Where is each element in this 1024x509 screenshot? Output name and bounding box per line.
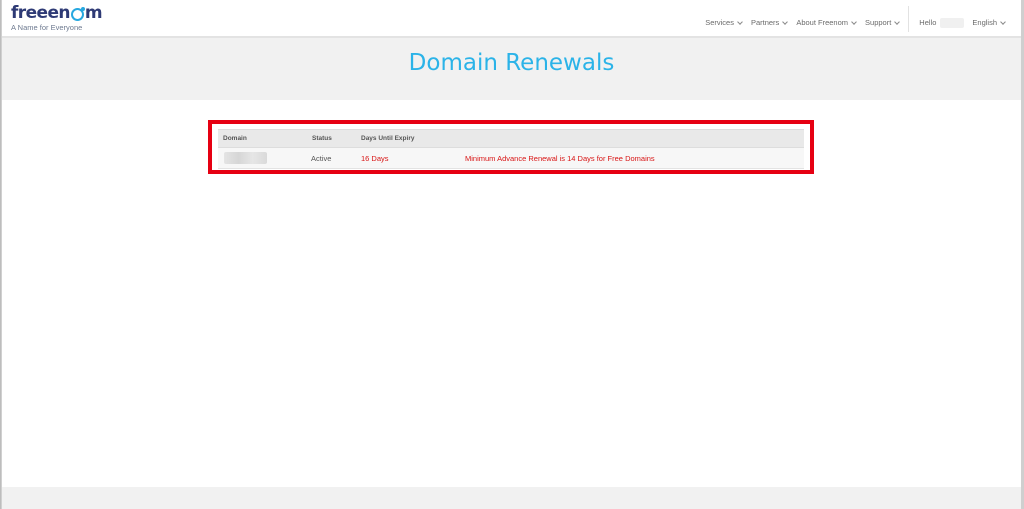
chevron-down-icon bbox=[894, 18, 901, 25]
freenom-logo[interactable]: free e n m A Name for Everyone bbox=[11, 3, 103, 32]
header-status: Status bbox=[312, 135, 332, 142]
top-navigation-bar: free e n m A Name for Everyone Services … bbox=[2, 0, 1021, 38]
logo-letter-e: e bbox=[47, 3, 59, 23]
redacted-username bbox=[940, 17, 965, 28]
header-domain: Domain bbox=[223, 135, 247, 142]
nav-services[interactable]: Services bbox=[705, 18, 743, 27]
nav-partners[interactable]: Partners bbox=[750, 18, 789, 27]
nav-services-label: Services bbox=[705, 18, 734, 27]
redacted-domain-name bbox=[224, 152, 267, 164]
nav-about[interactable]: About Freenom bbox=[796, 18, 857, 27]
nav-divider bbox=[908, 6, 910, 32]
user-menu[interactable]: Hello bbox=[919, 17, 965, 28]
nav-about-label: About Freenom bbox=[796, 18, 849, 27]
renewals-table: Domain Status Days Until Expiry Active 1… bbox=[218, 129, 804, 169]
language-label: English bbox=[972, 18, 997, 27]
language-selector[interactable]: English bbox=[972, 18, 1006, 27]
table-row: Active 16 Days Minimum Advance Renewal i… bbox=[218, 148, 804, 169]
chevron-down-icon bbox=[851, 18, 857, 25]
row-status: Active bbox=[311, 154, 332, 163]
chevron-down-icon bbox=[737, 18, 743, 25]
nav-support[interactable]: Support bbox=[865, 18, 901, 27]
highlight-box: Domain Status Days Until Expiry Active 1… bbox=[208, 120, 814, 174]
row-days-until-expiry: 16 Days bbox=[361, 154, 389, 163]
nav-support-label: Support bbox=[865, 18, 892, 27]
main-nav: Services Partners About Freenom Support … bbox=[696, 6, 1006, 32]
chevron-down-icon bbox=[1000, 18, 1006, 25]
header-days-until-expiry: Days Until Expiry bbox=[361, 135, 415, 142]
logo-circle-icon bbox=[70, 7, 85, 21]
browser-window: free e n m A Name for Everyone Services … bbox=[1, 0, 1022, 509]
hello-label: Hello bbox=[919, 18, 937, 27]
page-footer bbox=[2, 487, 1021, 509]
logo-wordmark: free e n m bbox=[11, 3, 103, 23]
logo-tagline: A Name for Everyone bbox=[11, 23, 83, 32]
chevron-down-icon bbox=[782, 18, 789, 25]
logo-letter-n: n bbox=[58, 3, 70, 23]
page-title: Domain Renewals bbox=[408, 50, 615, 76]
nav-partners-label: Partners bbox=[750, 18, 780, 27]
logo-text-start: free bbox=[11, 3, 48, 23]
row-renewal-note: Minimum Advance Renewal is 14 Days for F… bbox=[465, 154, 655, 163]
logo-text-end: m bbox=[84, 3, 103, 23]
table-header: Domain Status Days Until Expiry bbox=[218, 129, 804, 148]
